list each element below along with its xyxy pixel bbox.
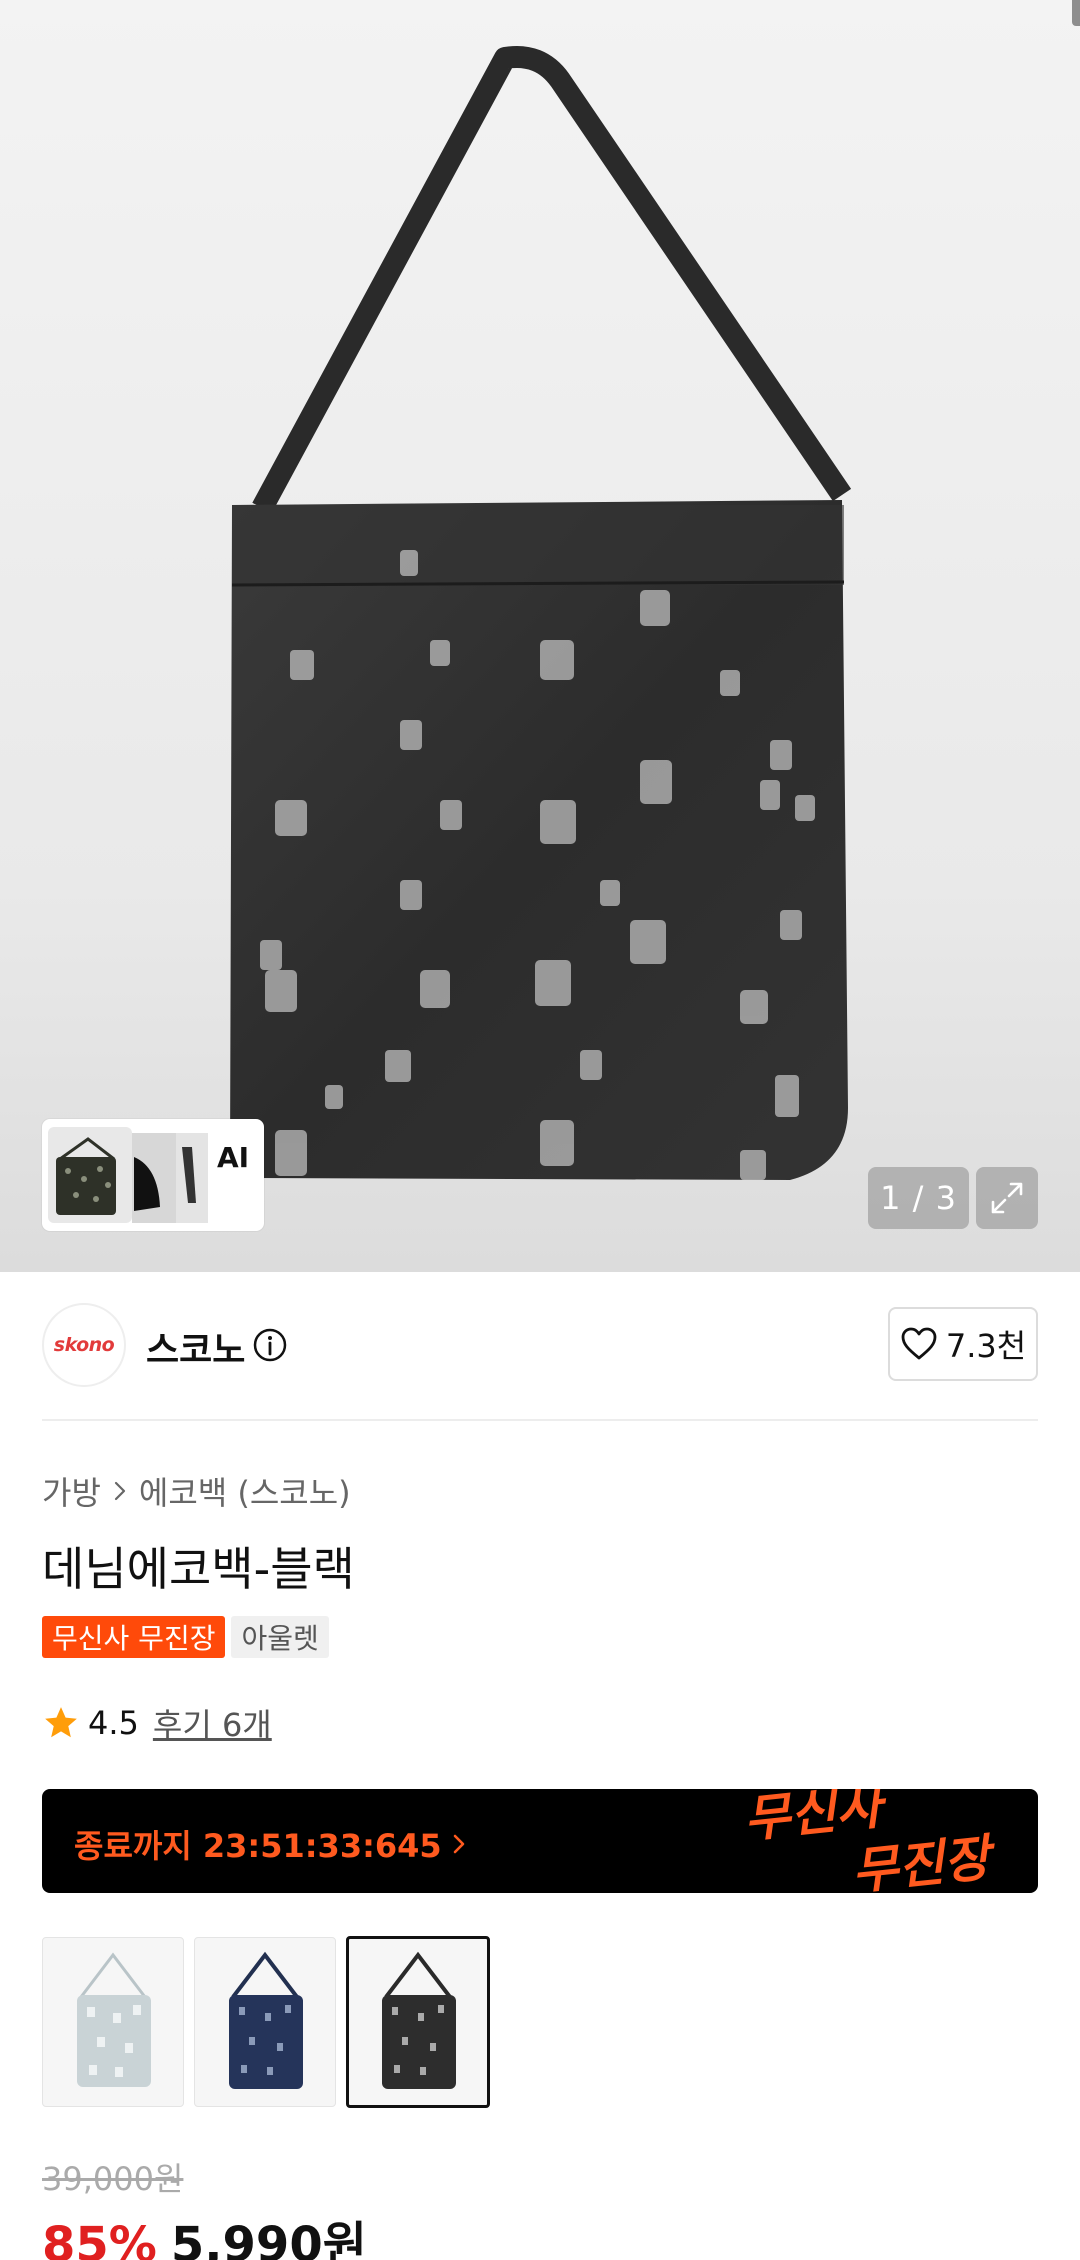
breadcrumb-item-subcategory[interactable]: 에코백 (스코노): [139, 1468, 351, 1514]
tag-mujinjang: 무신사 무진장: [42, 1616, 226, 1658]
variant-image: [77, 1952, 151, 2087]
ai-label: AI: [217, 1141, 250, 1174]
logo-line-1: 무신사: [741, 1789, 890, 1849]
brand-name[interactable]: 스코노: [146, 1321, 245, 1373]
rating-score: 4.5: [88, 1704, 139, 1742]
expand-icon: [991, 1182, 1023, 1214]
product-title: 데님에코백-블랙: [42, 1542, 355, 1596]
variant-image: [382, 1951, 456, 2089]
mujinjang-logo: 무신사 무진장: [741, 1789, 999, 1893]
reviews-link[interactable]: 후기 6개: [153, 1700, 272, 1746]
breadcrumb-item-category[interactable]: 가방: [42, 1468, 101, 1514]
product-image: [230, 46, 852, 1180]
info-icon[interactable]: [252, 1327, 288, 1363]
promo-timer-banner[interactable]: 종료까지 23:51:33:645 무신사 무진장: [42, 1789, 1038, 1893]
variant-black-denim-selected[interactable]: [346, 1936, 490, 2108]
divider: [42, 1419, 1038, 1421]
tag-outlet: 아울렛: [231, 1616, 329, 1658]
variant-image: [229, 1951, 303, 2089]
variant-blue-denim[interactable]: [194, 1937, 336, 2107]
brand-logo-text: skono: [53, 1334, 115, 1356]
chevron-right-icon: [114, 1481, 125, 1501]
product-image-gallery[interactable]: AI 1 / 3: [0, 0, 1080, 1272]
discount-rate: 85%: [42, 2217, 157, 2260]
price-row: 85% 5,990원: [42, 2205, 367, 2260]
rating-row: 4.5 후기 6개: [42, 1700, 272, 1746]
chevron-right-icon: [453, 1834, 464, 1854]
thumbnail-images: [48, 1127, 208, 1223]
like-button[interactable]: 7.3천: [888, 1307, 1038, 1381]
countdown-timer: 종료까지 23:51:33:645: [74, 1821, 466, 1867]
brand-row: skono 스코노 7.3천: [42, 1303, 1038, 1387]
final-price: 5,990원: [170, 2217, 367, 2260]
star-icon: [45, 1707, 77, 1738]
brand-logo[interactable]: skono: [42, 1303, 126, 1387]
variant-light-denim[interactable]: [42, 1937, 184, 2107]
logo-line-2: 무진장: [849, 1828, 999, 1893]
countdown-text: 종료까지 23:51:33:645: [74, 1827, 442, 1865]
color-variants: [42, 1936, 490, 2108]
product-page: AI 1 / 3 skono 스코노 7.3천 가방 에코백 (스코노) 데님에…: [0, 0, 1080, 2260]
heart-icon: [901, 1327, 937, 1360]
image-counter: 1 / 3: [868, 1167, 969, 1229]
breadcrumb: 가방 에코백 (스코노): [42, 1468, 351, 1514]
ai-styling-thumbnail[interactable]: AI: [42, 1119, 264, 1231]
expand-button[interactable]: [976, 1167, 1038, 1229]
product-tags: 무신사 무진장 아울렛: [42, 1616, 329, 1658]
like-count: 7.3천: [945, 1327, 1027, 1365]
original-price: 39,000원: [42, 2160, 184, 2198]
scrollbar[interactable]: [1072, 0, 1080, 26]
